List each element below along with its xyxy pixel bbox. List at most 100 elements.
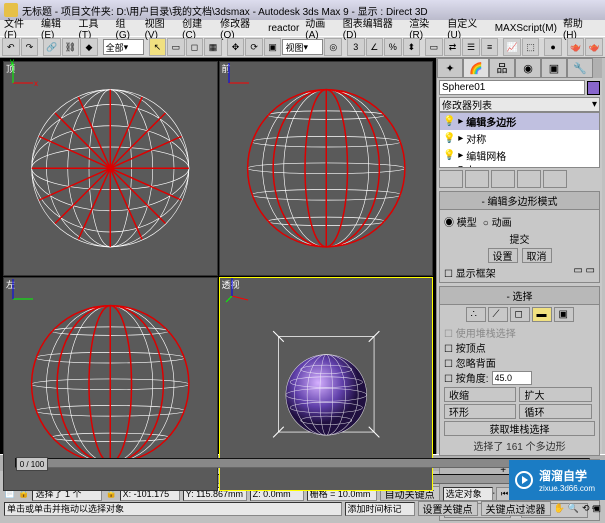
settings-button[interactable]: 设置	[488, 248, 518, 263]
move-button[interactable]: ✥	[227, 38, 245, 56]
percent-snap-button[interactable]: %	[384, 38, 402, 56]
get-stack-sel-button[interactable]: 获取堆栈选择	[444, 421, 595, 436]
command-panel: ✦ 🌈 品 ◉ ▣ 🔧 修改器列表▾ 💡 ▸ 编辑多边形 💡 ▸ 对称 💡 ▸ …	[436, 58, 602, 454]
modifier-stack[interactable]: 💡 ▸ 编辑多边形 💡 ▸ 对称 💡 ▸ 编辑网格 Sphere	[439, 112, 600, 168]
axis-gizmo	[8, 274, 221, 487]
mod-editpoly[interactable]: 💡 ▸ 编辑多边形	[440, 113, 599, 130]
object-color-swatch[interactable]	[587, 81, 600, 95]
show-end-result-button[interactable]	[465, 170, 489, 188]
window-crossing-button[interactable]: ▦	[204, 38, 222, 56]
mod-symmetry[interactable]: 💡 ▸ 对称	[440, 130, 599, 147]
named-sel-button[interactable]: ▭	[425, 38, 443, 56]
watermark-url: zixue.3d66.com	[539, 484, 595, 493]
unlink-button[interactable]: ⛓	[62, 38, 80, 56]
select-region-button[interactable]: ◻	[186, 38, 204, 56]
viewport-top[interactable]: 顶 xy	[3, 61, 218, 276]
svg-text:y: y	[10, 58, 14, 66]
tab-utilities[interactable]: 🔧	[567, 58, 593, 78]
use-stack-sel-check[interactable]: ☐ 使用堆栈选择	[444, 329, 516, 340]
pivot-button[interactable]: ◎	[324, 38, 342, 56]
render-scene-button[interactable]: 🫖	[567, 38, 585, 56]
rollout-selection: - 选择 ∴ ⟋ ◻ ▬ ▣ ☐ 使用堆栈选择 ☐ 按顶点 ☐ 忽略背面 ☐ 按…	[439, 286, 600, 456]
tab-display[interactable]: ▣	[541, 58, 567, 78]
subobj-polygon[interactable]: ▬	[532, 307, 552, 322]
subobj-border[interactable]: ◻	[510, 307, 530, 322]
play-icon	[515, 471, 533, 489]
add-time-tag[interactable]: 添加时间标记	[345, 502, 415, 516]
by-vertex-check[interactable]: ☐ 按顶点	[444, 344, 486, 355]
subobj-edge[interactable]: ⟋	[488, 307, 508, 322]
menubar: 文件(F) 编辑(E) 工具(T) 组(G) 视图(V) 创建(C) 修改器(O…	[0, 20, 605, 36]
curve-editor-button[interactable]: 📈	[503, 38, 521, 56]
loop-button[interactable]: 循环	[519, 404, 591, 419]
ignore-back-check[interactable]: ☐ 忽略背面	[444, 359, 496, 370]
main-toolbar: ↶ ↷ 🔗 ⛓ ◆ 全部▾ ↖ ▭ ◻ ▦ ✥ ⟳ ▣ 视图▾ ◎ 3 ∠ % …	[0, 36, 605, 58]
keymode-combo[interactable]: 选定对象	[443, 487, 493, 501]
tab-create[interactable]: ✦	[437, 58, 463, 78]
show-cage-check[interactable]: ☐ 显示框架	[444, 269, 496, 280]
svg-text:x: x	[34, 79, 38, 88]
rotate-button[interactable]: ⟳	[245, 38, 263, 56]
mod-editmesh[interactable]: 💡 ▸ 编辑网格	[440, 147, 599, 164]
redo-button[interactable]: ↷	[21, 38, 39, 56]
align-button[interactable]: ☰	[462, 38, 480, 56]
material-button[interactable]: ●	[544, 38, 562, 56]
select-name-button[interactable]: ▭	[167, 38, 185, 56]
nav-pan-button[interactable]: ✋	[554, 503, 565, 514]
subobj-vertex[interactable]: ∴	[466, 307, 486, 322]
snap-button[interactable]: 3	[347, 38, 365, 56]
nav-zoom-button[interactable]: 🔍	[568, 503, 579, 514]
grow-button[interactable]: 扩大	[519, 387, 591, 402]
object-name-field[interactable]	[439, 80, 585, 95]
radio-model[interactable]: ◉ 模型	[444, 214, 477, 229]
by-angle-check[interactable]: ☐ 按角度:	[444, 370, 489, 385]
shrink-button[interactable]: 收缩	[444, 387, 516, 402]
subobj-element[interactable]: ▣	[554, 307, 574, 322]
scale-button[interactable]: ▣	[264, 38, 282, 56]
commit-label: 提交	[510, 235, 530, 246]
modifier-list-dropdown[interactable]: 修改器列表▾	[439, 97, 600, 112]
tab-hierarchy[interactable]: 品	[489, 58, 515, 78]
pin-stack-button[interactable]	[439, 170, 463, 188]
link-button[interactable]: 🔗	[43, 38, 61, 56]
setkey-button[interactable]: 设置关键点	[418, 501, 478, 516]
prompt-line: 单击或单击并拖动以选择对象	[4, 502, 342, 516]
ring-button[interactable]: 环形	[444, 404, 516, 419]
bind-button[interactable]: ◆	[80, 38, 98, 56]
undo-button[interactable]: ↶	[2, 38, 20, 56]
angle-field[interactable]	[492, 371, 532, 385]
rollout-editpoly-mode: - 编辑多边形模式 ◉ 模型 ○ 动画 提交 设置 取消 ☐ 显示框架 ▭ ▭	[439, 191, 600, 283]
cancel-button[interactable]: 取消	[522, 248, 552, 263]
quick-render-button[interactable]: 🫖	[585, 38, 603, 56]
viewport-area: 顶 xy 前	[0, 58, 436, 454]
menu-group[interactable]: 组(G)	[115, 15, 138, 41]
command-panel-tabs: ✦ 🌈 品 ◉ ▣ 🔧	[437, 58, 602, 78]
keyfilter-button[interactable]: 关键点过滤器	[481, 501, 551, 516]
remove-mod-button[interactable]	[517, 170, 541, 188]
select-button[interactable]: ↖	[149, 38, 167, 56]
nav-max-button[interactable]: ▣	[592, 503, 601, 514]
mirror-button[interactable]: ⇄	[444, 38, 462, 56]
selection-filter[interactable]: 全部▾	[103, 39, 144, 55]
time-slider-thumb[interactable]: 0 / 100	[16, 457, 48, 471]
spinner-snap-button[interactable]: ⬍	[403, 38, 421, 56]
axis-gizmo	[224, 274, 437, 487]
tab-modify[interactable]: 🌈	[463, 58, 489, 78]
make-unique-button[interactable]	[491, 170, 515, 188]
mod-base[interactable]: Sphere	[440, 164, 599, 168]
schematic-button[interactable]: ⬚	[522, 38, 540, 56]
angle-snap-button[interactable]: ∠	[366, 38, 384, 56]
radio-anim[interactable]: ○ 动画	[483, 214, 512, 229]
layer-button[interactable]: ≡	[481, 38, 499, 56]
watermark-brand: 溜溜自学	[539, 467, 595, 484]
menu-reactor[interactable]: reactor	[268, 23, 299, 34]
tab-motion[interactable]: ◉	[515, 58, 541, 78]
selection-info: 选择了 161 个多边形	[444, 438, 595, 453]
menu-maxscript[interactable]: MAXScript(M)	[495, 23, 557, 34]
watermark: 溜溜自学 zixue.3d66.com	[509, 460, 605, 500]
viewport-front[interactable]: 前	[219, 61, 434, 276]
nav-orbit-button[interactable]: ⟲	[582, 503, 590, 514]
axis-gizmo	[224, 58, 437, 271]
configure-button[interactable]	[543, 170, 567, 188]
ref-coord[interactable]: 视图▾	[282, 39, 323, 55]
